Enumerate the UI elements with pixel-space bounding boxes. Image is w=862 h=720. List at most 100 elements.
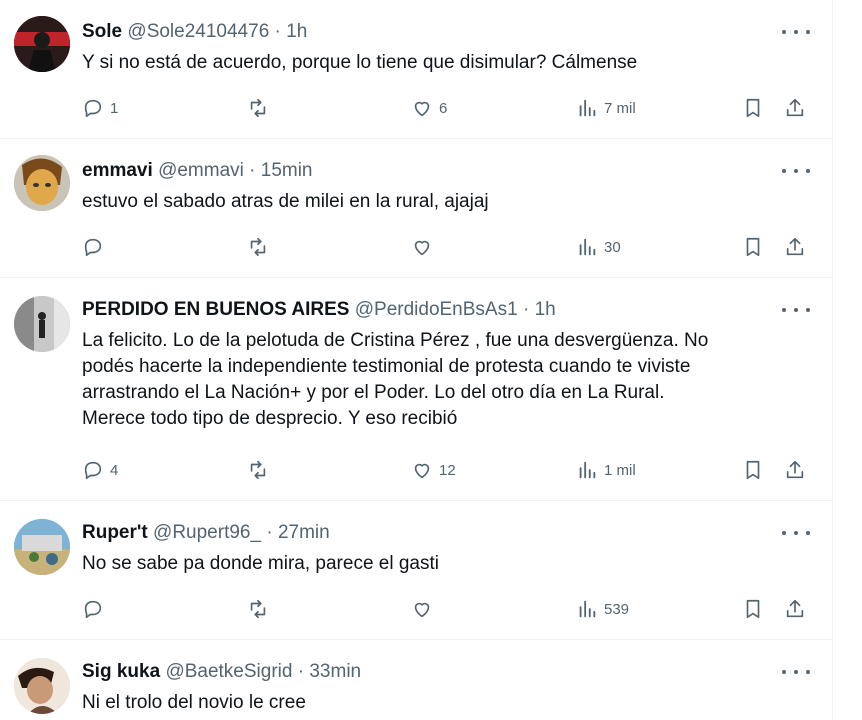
views-icon — [579, 238, 596, 256]
like-button[interactable] — [411, 597, 439, 621]
bookmark-icon — [746, 599, 760, 619]
like-count: 6 — [439, 99, 448, 117]
separator: · — [266, 522, 273, 543]
avatar[interactable] — [14, 519, 70, 575]
repost-button[interactable] — [247, 96, 275, 120]
views-button[interactable]: 30 — [576, 235, 621, 259]
timestamp[interactable]: 27min — [278, 522, 330, 543]
tweet[interactable]: emmavi @emmavi · 15min estuvo el sabado … — [0, 139, 832, 278]
reply-icon — [84, 461, 102, 480]
bookmark-button[interactable] — [742, 458, 764, 482]
reply-button[interactable]: 4 — [82, 458, 118, 482]
avatar[interactable] — [14, 155, 70, 211]
display-name[interactable]: PERDIDO EN BUENOS AIRES — [82, 299, 349, 320]
bookmark-button[interactable] — [742, 597, 764, 621]
view-count: 539 — [604, 600, 630, 618]
tweet-header: PERDIDO EN BUENOS AIRES @PerdidoEnBsAs1 … — [82, 298, 556, 322]
share-button[interactable] — [784, 96, 806, 120]
reply-icon — [84, 600, 102, 619]
like-button[interactable]: 6 — [411, 96, 447, 120]
timestamp[interactable]: 1h — [286, 21, 307, 42]
bookmark-icon — [746, 98, 760, 118]
tweet-header: emmavi @emmavi · 15min — [82, 159, 313, 183]
reply-icon — [84, 238, 102, 257]
tweet[interactable]: PERDIDO EN BUENOS AIRES @PerdidoEnBsAs1 … — [0, 278, 832, 501]
tweet-header: Ruper't @Rupert96_ · 27min — [82, 521, 330, 545]
like-button[interactable]: 12 — [411, 458, 456, 482]
views-button[interactable]: 1 mil — [576, 458, 636, 482]
like-button[interactable] — [411, 235, 439, 259]
bookmark-button[interactable] — [742, 235, 764, 259]
reply-button[interactable] — [82, 597, 110, 621]
view-count: 7 mil — [604, 99, 636, 117]
reply-button[interactable]: 1 — [82, 96, 118, 120]
user-handle[interactable]: @BaetkeSigrid — [165, 661, 292, 682]
views-icon — [579, 99, 596, 117]
more-icon[interactable] — [782, 22, 810, 42]
view-count: 30 — [604, 238, 621, 256]
separator: · — [274, 21, 281, 42]
repost-icon — [250, 599, 266, 619]
tweet-text-line: Merece todo tipo de desprecio. Y eso rec… — [82, 408, 458, 429]
avatar[interactable] — [14, 658, 70, 714]
display-name[interactable]: Ruper't — [82, 522, 148, 543]
tweet[interactable]: Sole @Sole24104476 · 1h Y si no está de … — [0, 0, 832, 139]
tweet[interactable]: Sig kuka @BaetkeSigrid · 33min Ni el tro… — [0, 640, 832, 720]
repost-button[interactable] — [247, 235, 275, 259]
tweet-text-line: No se sabe pa donde mira, parece el gast… — [82, 553, 439, 574]
share-icon — [786, 460, 804, 479]
avatar[interactable] — [14, 296, 70, 352]
share-button[interactable] — [784, 458, 806, 482]
reply-button[interactable] — [82, 235, 110, 259]
timestamp[interactable]: 1h — [535, 299, 556, 320]
tweet-text-line: Y si no está de acuerdo, porque lo tiene… — [82, 52, 638, 73]
more-icon[interactable] — [782, 300, 810, 320]
user-handle[interactable]: @emmavi — [158, 160, 244, 181]
user-handle[interactable]: @Sole24104476 — [127, 21, 269, 42]
tweet-text: estuvo el sabado atras de milei en la ru… — [82, 189, 812, 215]
display-name[interactable]: Sole — [82, 21, 122, 42]
tweet-text-line: La felicito. Lo de la pelotuda de Cristi… — [82, 330, 709, 351]
more-icon[interactable] — [782, 662, 810, 682]
repost-icon — [250, 98, 266, 118]
separator: · — [297, 661, 305, 682]
share-button[interactable] — [784, 235, 806, 259]
share-button[interactable] — [784, 597, 806, 621]
more-icon[interactable] — [782, 523, 810, 543]
repost-button[interactable] — [247, 597, 275, 621]
share-icon — [786, 237, 804, 256]
share-icon — [786, 599, 804, 618]
reply-feed: Sole @Sole24104476 · 1h Y si no está de … — [0, 0, 833, 720]
bookmark-icon — [746, 460, 760, 480]
bookmark-icon — [746, 237, 760, 257]
tweet[interactable]: Ruper't @Rupert96_ · 27min No se sabe pa… — [0, 501, 832, 640]
timestamp[interactable]: 33min — [309, 661, 361, 682]
repost-icon — [250, 460, 266, 480]
avatar[interactable] — [14, 16, 70, 72]
tweet-header: Sole @Sole24104476 · 1h — [82, 20, 307, 44]
timestamp[interactable]: 15min — [261, 160, 313, 181]
tweet-text: La felicito. Lo de la pelotuda de Cristi… — [82, 328, 812, 432]
tweet-text: Ni el trolo del novio le cree — [82, 690, 812, 716]
bookmark-button[interactable] — [742, 96, 764, 120]
views-button[interactable]: 539 — [576, 597, 629, 621]
display-name[interactable]: Sig kuka — [82, 661, 160, 682]
view-count: 1 mil — [604, 461, 636, 479]
tweet-header: Sig kuka @BaetkeSigrid · 33min — [82, 660, 361, 684]
like-count: 12 — [439, 461, 456, 479]
repost-button[interactable] — [247, 458, 275, 482]
user-handle[interactable]: @Rupert96_ — [153, 522, 261, 543]
views-button[interactable]: 7 mil — [576, 96, 636, 120]
tweet-text: Y si no está de acuerdo, porque lo tiene… — [82, 50, 812, 76]
more-icon[interactable] — [782, 161, 810, 181]
tweet-text-line: estuvo el sabado atras de milei en la ru… — [82, 191, 489, 212]
heart-icon — [414, 463, 430, 479]
heart-icon — [414, 602, 430, 618]
heart-icon — [414, 240, 430, 256]
display-name[interactable]: emmavi — [82, 160, 153, 181]
reply-icon — [84, 99, 102, 118]
separator: · — [249, 160, 256, 181]
user-handle[interactable]: @PerdidoEnBsAs1 — [355, 299, 518, 320]
reply-count: 4 — [110, 461, 119, 479]
share-icon — [786, 98, 804, 117]
